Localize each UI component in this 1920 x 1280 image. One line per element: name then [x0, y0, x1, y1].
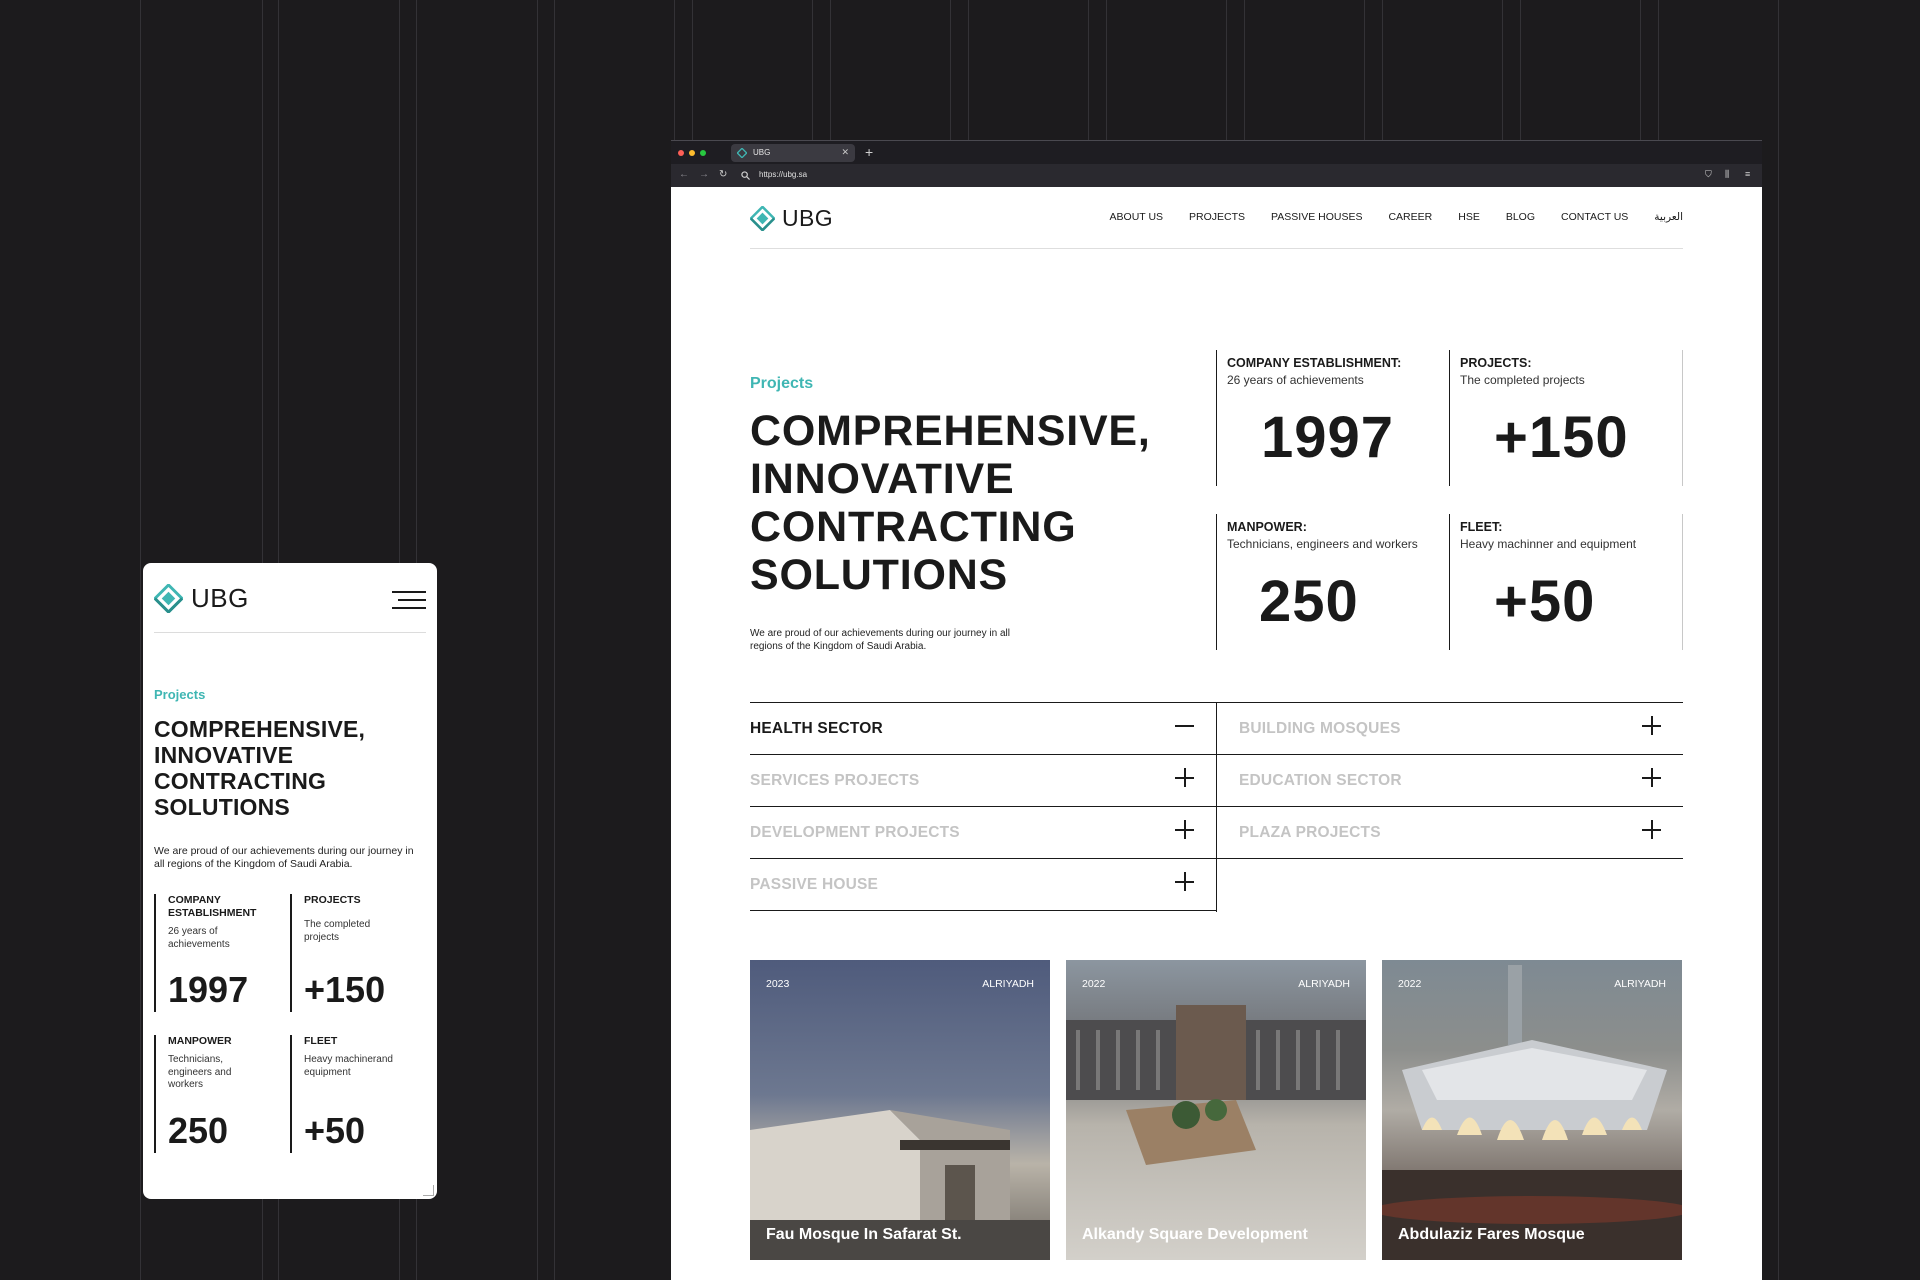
sector-services[interactable]: SERVICES PROJECTS [750, 754, 1216, 807]
sector-plaza[interactable]: PLAZA PROJECTS [1217, 806, 1683, 859]
tab-close-icon[interactable]: ✕ [841, 147, 849, 158]
back-arrow-icon[interactable]: ← [679, 169, 689, 180]
guide-line [537, 0, 538, 1280]
project-card[interactable]: 2022 ALRIYADH Abdulaziz Fares Mosque [1382, 960, 1682, 1260]
mobile-section-kicker: Projects [154, 687, 206, 702]
project-title: Alkandy Square Development [1082, 1226, 1308, 1243]
tab-favicon-icon [737, 148, 747, 158]
stat-fleet: FLEET: Heavy machinner and equipment +50 [1449, 514, 1672, 650]
nav-about-us[interactable]: ABOUT US [1110, 211, 1163, 223]
mobile-logo[interactable]: UBG [154, 583, 249, 614]
menu-icon[interactable]: ≡ [1745, 169, 1750, 179]
stat-value: 1997 [1261, 405, 1395, 470]
nav-blog[interactable]: BLOG [1506, 211, 1535, 223]
nav-arabic-language[interactable]: العربية [1654, 211, 1683, 223]
library-icon[interactable]: ⫼ [1725, 169, 1729, 180]
browser-tab[interactable]: UBG ✕ [731, 144, 855, 162]
mobile-stat-value: 250 [168, 1110, 229, 1151]
guide-line [554, 0, 555, 1280]
reload-icon[interactable]: ↻ [719, 169, 727, 180]
stat-divider [1682, 514, 1683, 650]
mobile-stat-value: +50 [304, 1110, 366, 1151]
sector-passive-house[interactable]: PASSIVE HOUSE [750, 858, 1216, 911]
stat-projects: PROJECTS: The completed projects +150 [1449, 350, 1672, 486]
nav-career[interactable]: CAREER [1388, 211, 1432, 223]
maximize-window-icon[interactable] [700, 150, 706, 156]
web-page: UBG ABOUT US PROJECTS PASSIVE HOUSES CAR… [671, 187, 1762, 1280]
site-logo-text: UBG [782, 205, 834, 231]
sector-education[interactable]: EDUCATION SECTOR [1217, 754, 1683, 807]
shield-icon[interactable]: ⛉ [1705, 169, 1712, 180]
sector-development[interactable]: DEVELOPMENT PROJECTS [750, 806, 1216, 859]
new-tab-icon[interactable]: + [865, 144, 873, 160]
mobile-headline: COMPREHENSIVE, INNOVATIVE CONTRACTING SO… [154, 716, 366, 820]
hero-description: We are proud of our achievements during … [750, 628, 1010, 652]
mobile-stat-manpower: MANPOWER Technicians, engineers and worker… [154, 1035, 278, 1153]
expand-plus-icon[interactable] [1642, 768, 1661, 787]
resize-handle[interactable] [423, 1185, 434, 1196]
project-photo [1066, 1005, 1366, 1165]
sector-health[interactable]: HEALTH SECTOR [750, 702, 1216, 755]
site-header: UBG ABOUT US PROJECTS PASSIVE HOUSES CAR… [750, 187, 1683, 249]
expand-plus-icon[interactable] [1175, 872, 1194, 891]
expand-plus-icon[interactable] [1175, 820, 1194, 839]
project-card[interactable]: 2022 ALRIYADH Alkandy Square Development [1066, 960, 1366, 1260]
nav-hse[interactable]: HSE [1458, 211, 1480, 223]
collapse-minus-icon[interactable] [1175, 716, 1194, 735]
project-title: Abdulaziz Fares Mosque [1398, 1226, 1585, 1243]
nav-passive-houses[interactable]: PASSIVE HOUSES [1271, 211, 1362, 223]
nav-contact-us[interactable]: CONTACT US [1561, 211, 1628, 223]
mobile-stat-projects: PROJECTS The completed projects +150 [290, 894, 414, 1012]
expand-plus-icon[interactable] [1642, 716, 1661, 735]
browser-tabbar: UBG ✕ + [671, 140, 1762, 165]
section-kicker: Projects [750, 375, 814, 392]
mobile-preview: UBG Projects COMPREHENSIVE, INNOVATIVE C… [143, 563, 437, 1199]
project-card[interactable]: 2023 ALRIYADH Fau Mosque In Safarat St. [750, 960, 1050, 1260]
tab-title: UBG [753, 148, 771, 157]
stat-value: 250 [1259, 569, 1359, 634]
stat-establishment: COMPANY ESTABLISHMENT: 26 years of achie… [1216, 350, 1439, 486]
project-photo [1382, 965, 1682, 1260]
stat-divider [1682, 350, 1683, 486]
mobile-stat-establishment: COMPANY ESTABLISHMENT 26 years of achievem… [154, 894, 278, 1012]
nav-projects[interactable]: PROJECTS [1189, 211, 1245, 223]
mobile-stat-fleet: FLEET Heavy machinerand equipment +50 [290, 1035, 414, 1153]
mobile-header: UBG [154, 583, 426, 633]
expand-plus-icon[interactable] [1175, 768, 1194, 787]
mobile-stat-value: +150 [304, 969, 386, 1010]
ubg-logo-icon [154, 584, 183, 613]
hero-headline: COMPREHENSIVE, INNOVATIVE CONTRACTING SO… [750, 407, 1151, 599]
stat-value: +50 [1494, 569, 1596, 634]
stat-value: +150 [1494, 405, 1629, 470]
address-bar[interactable]: https://ubg.sa [759, 170, 807, 179]
mobile-description: We are proud of our achievements during … [154, 845, 414, 870]
sector-accordion: HEALTH SECTOR BUILDING MOSQUES SERVICES … [750, 702, 1683, 912]
close-window-icon[interactable] [678, 150, 684, 156]
search-icon [741, 171, 750, 180]
stat-manpower: MANPOWER: Technicians, engineers and wor… [1216, 514, 1439, 650]
forward-arrow-icon[interactable]: → [699, 169, 709, 180]
project-title: Fau Mosque In Safarat St. [766, 1226, 962, 1243]
ubg-logo-icon [750, 206, 775, 231]
minimize-window-icon[interactable] [689, 150, 695, 156]
sector-building-mosques[interactable]: BUILDING MOSQUES [1217, 702, 1683, 755]
main-nav: ABOUT US PROJECTS PASSIVE HOUSES CAREER … [1110, 211, 1683, 223]
mobile-stat-value: 1997 [168, 969, 249, 1010]
hamburger-menu-icon[interactable] [392, 591, 426, 613]
guide-line [1778, 0, 1779, 1280]
site-logo[interactable]: UBG [750, 205, 833, 232]
expand-plus-icon[interactable] [1642, 820, 1661, 839]
browser-toolbar: ← → ↻ https://ubg.sa ⛉ ⫼ ≡ [671, 164, 1762, 187]
guide-line [140, 0, 141, 1280]
browser-window: UBG ✕ + ← → ↻ https://ubg.sa ⛉ ⫼ ≡ UBG A… [671, 140, 1762, 1280]
mobile-logo-text: UBG [191, 583, 249, 613]
